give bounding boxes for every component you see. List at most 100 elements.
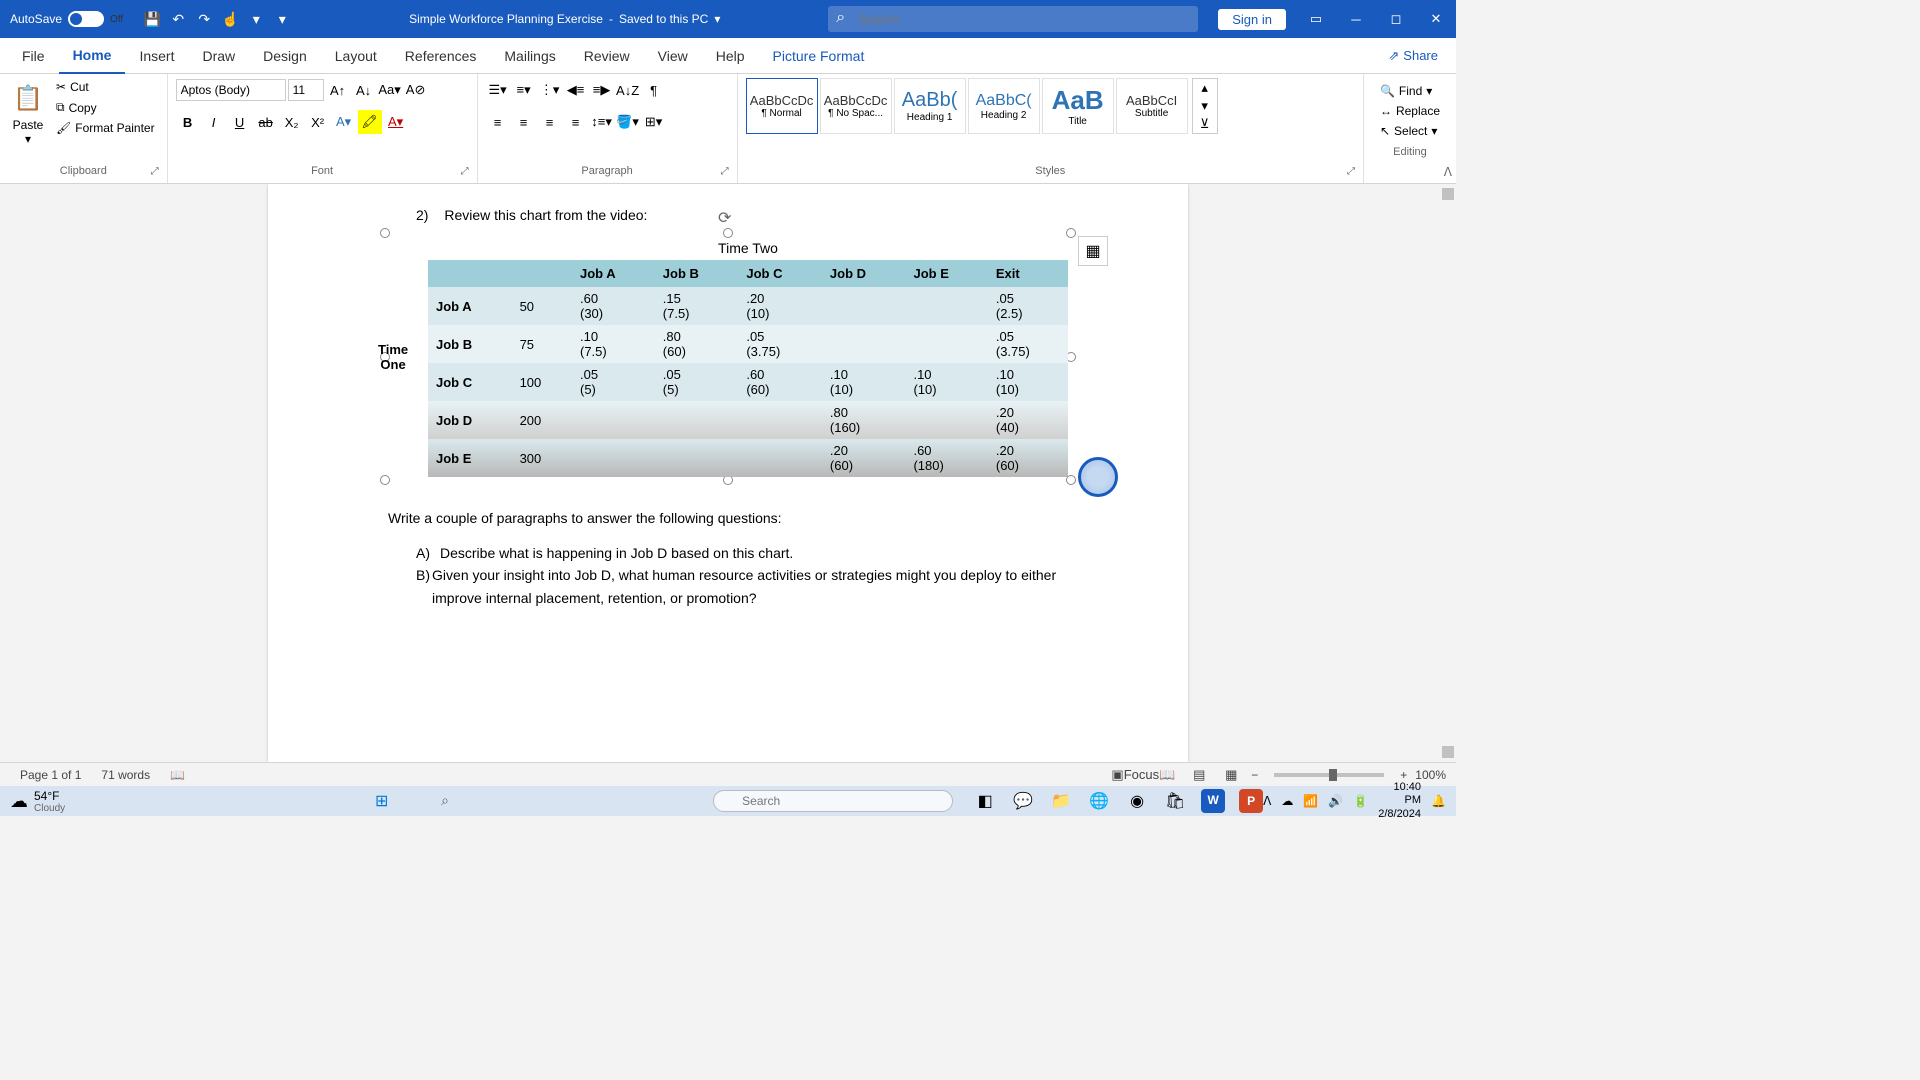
search-input[interactable] [828,6,1198,32]
read-mode-icon[interactable]: 📖 [1155,765,1179,785]
focus-mode-button[interactable]: ▣ Focus [1123,765,1147,785]
sort-icon[interactable]: A↓Z [616,78,640,102]
share-button[interactable]: ⇗ Share [1388,48,1448,64]
autosave-toggle[interactable]: AutoSave Off [0,11,133,27]
word-count[interactable]: 71 words [91,768,160,782]
italic-icon[interactable]: I [202,110,226,134]
gallery-up-icon[interactable]: ▴ [1193,79,1217,97]
tab-design[interactable]: Design [249,38,321,74]
subscript-icon[interactable]: X₂ [280,110,304,134]
chevron-up-icon[interactable]: ᐱ [1263,794,1271,808]
redo-icon[interactable]: ↷ [195,10,213,28]
customize-qat-icon[interactable]: ▾ [273,10,291,28]
save-status[interactable]: Saved to this PC [619,12,708,26]
change-case-icon[interactable]: Aa▾ [378,78,402,102]
borders-icon[interactable]: ⊞▾ [642,110,666,134]
align-center-icon[interactable]: ≡ [512,110,536,134]
chevron-down-icon[interactable]: ▾ [1426,84,1432,98]
text-effects-icon[interactable]: A▾ [332,110,356,134]
edge-icon[interactable]: 🌐 [1087,789,1111,813]
find-button[interactable]: 🔍Find▾ [1376,82,1444,100]
multilevel-icon[interactable]: ⋮▾ [538,78,562,102]
onedrive-icon[interactable]: ☁ [1281,794,1293,808]
task-view-icon[interactable]: ◧ [973,789,997,813]
collapse-ribbon-icon[interactable]: ᐱ [1444,165,1452,179]
select-button[interactable]: ↖Select▾ [1376,122,1444,140]
font-color-icon[interactable]: A▾ [384,110,408,134]
style-normal[interactable]: AaBbCcDc¶ Normal [746,78,818,134]
style-no-spacing[interactable]: AaBbCcDc¶ No Spac... [820,78,892,134]
cut-button[interactable]: ✂Cut [52,78,159,96]
close-icon[interactable]: ✕ [1416,0,1456,38]
chevron-down-icon[interactable]: ▾ [247,10,265,28]
notifications-icon[interactable]: 🔔 [1431,794,1446,808]
tab-draw[interactable]: Draw [188,38,249,74]
gallery-more-icon[interactable]: ⊻ [1193,115,1217,133]
style-subtitle[interactable]: AaBbCcISubtitle [1116,78,1188,134]
maximize-icon[interactable]: ◻ [1376,0,1416,38]
format-painter-button[interactable]: 🖌Format Painter [52,119,159,137]
shrink-font-icon[interactable]: A↓ [352,78,376,102]
battery-icon[interactable]: 🔋 [1353,794,1368,808]
clear-format-icon[interactable]: A⊘ [404,78,428,102]
gallery-down-icon[interactable]: ▾ [1193,97,1217,115]
style-title[interactable]: AaBTitle [1042,78,1114,134]
style-heading-1[interactable]: AaBb(Heading 1 [894,78,966,134]
word-icon[interactable]: W [1201,789,1225,813]
replace-button[interactable]: ↔Replace [1376,102,1444,120]
chevron-down-icon[interactable]: ▾ [25,132,31,146]
paste-button[interactable]: 📋 Paste ▾ [8,78,48,146]
numbering-icon[interactable]: ≡▾ [512,78,536,102]
selected-picture[interactable]: ⟳ ▦ Time Two Time One [388,236,1068,477]
file-explorer-icon[interactable]: 📁 [1049,789,1073,813]
chrome-icon[interactable]: ◉ [1125,789,1149,813]
document-area[interactable]: 2) Review this chart from the video: ⟳ ▦… [0,184,1456,762]
zoom-slider[interactable] [1274,773,1384,777]
highlight-icon[interactable]: 🖍 [358,110,382,134]
powerpoint-icon[interactable]: P [1239,789,1263,813]
show-marks-icon[interactable]: ¶ [642,78,666,102]
styles-gallery[interactable]: AaBbCcDc¶ Normal AaBbCcDc¶ No Spac... Aa… [746,78,1188,134]
bold-icon[interactable]: B [176,110,200,134]
strikethrough-icon[interactable]: ab [254,110,278,134]
web-layout-icon[interactable]: ▦ [1219,765,1243,785]
tab-home[interactable]: Home [59,38,126,74]
line-spacing-icon[interactable]: ↕≡▾ [590,110,614,134]
tab-references[interactable]: References [391,38,491,74]
tab-mailings[interactable]: Mailings [490,38,569,74]
tab-file[interactable]: File [8,38,59,74]
signin-button[interactable]: Sign in [1218,9,1286,30]
underline-icon[interactable]: U [228,110,252,134]
grow-font-icon[interactable]: A↑ [326,78,350,102]
dialog-launcher-icon[interactable]: ⤢ [151,166,159,177]
zoom-level[interactable]: 100% [1415,768,1446,782]
align-right-icon[interactable]: ≡ [538,110,562,134]
print-layout-icon[interactable]: ▤ [1187,765,1211,785]
zoom-in-icon[interactable]: + [1400,768,1407,782]
weather-widget[interactable]: ☁ 54°F Cloudy [10,789,65,814]
autosave-switch[interactable] [68,11,104,27]
zoom-out-icon[interactable]: − [1251,768,1258,782]
zoom-thumb[interactable] [1329,769,1337,781]
tab-review[interactable]: Review [570,38,644,74]
resize-handle[interactable] [380,228,390,238]
shading-icon[interactable]: 🪣▾ [616,110,640,134]
ribbon-display-icon[interactable]: ▭ [1296,0,1336,38]
font-name-input[interactable] [176,79,286,101]
spellcheck-icon[interactable]: 📖 [160,768,195,782]
clock[interactable]: 10:40 PM 2/8/2024 [1378,781,1421,821]
copy-button[interactable]: ⧉Copy [52,98,159,117]
undo-icon[interactable]: ↶ [169,10,187,28]
dialog-launcher-icon[interactable]: ⤢ [1347,166,1355,177]
resize-handle[interactable] [380,475,390,485]
scroll-down-icon[interactable] [1442,746,1454,758]
dialog-launcher-icon[interactable]: ⤢ [461,166,469,177]
chevron-down-icon[interactable]: ▾ [1431,124,1437,138]
minimize-icon[interactable]: ─ [1336,0,1376,38]
tab-help[interactable]: Help [702,38,759,74]
scroll-up-icon[interactable] [1442,188,1454,200]
rotate-handle-icon[interactable]: ⟳ [718,208,731,228]
wifi-icon[interactable]: 📶 [1303,794,1318,808]
superscript-icon[interactable]: X² [306,110,330,134]
dialog-launcher-icon[interactable]: ⤢ [721,166,729,177]
